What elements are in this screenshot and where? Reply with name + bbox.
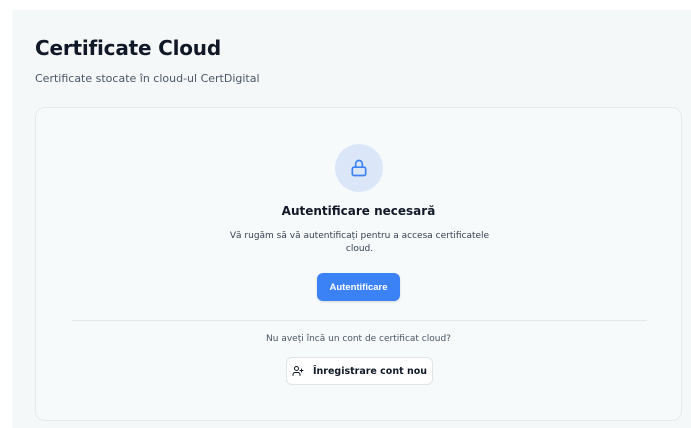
login-button[interactable]: Autentificare [317,273,400,301]
main-panel: Certificate Cloud Certificate stocate în… [12,10,691,428]
lock-icon [335,144,383,192]
register-button-label: Înregistrare cont nou [312,365,428,377]
divider [72,320,647,321]
auth-card: Autentificare necesară Vă rugăm să vă au… [35,107,682,421]
auth-description: Vă rugăm să vă autentificați pentru a ac… [229,231,490,254]
page-title: Certificate Cloud [35,36,221,60]
user-plus-icon [292,365,304,377]
page-subtitle: Certificate stocate în cloud-ul CertDigi… [35,72,260,85]
auth-title: Autentificare necesară [281,204,436,218]
register-button[interactable]: Înregistrare cont nou [286,357,433,385]
register-question: Nu aveți încă un cont de certificat clou… [266,334,451,344]
